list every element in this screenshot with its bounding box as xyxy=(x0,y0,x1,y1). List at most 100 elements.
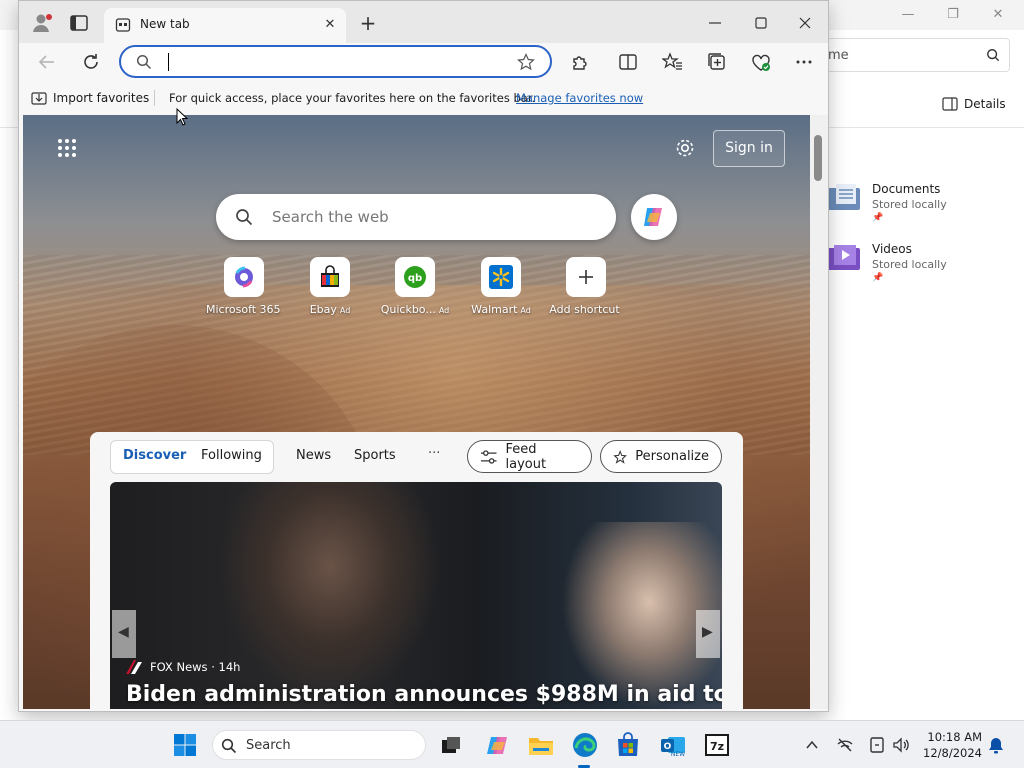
7zip-icon[interactable]: 7z xyxy=(703,731,731,759)
shortcut-tile xyxy=(310,257,350,297)
pin-icon: 📌 xyxy=(872,213,884,223)
page-scrollbar[interactable] xyxy=(810,115,828,709)
tab-news[interactable]: News xyxy=(296,448,331,463)
microsoft-365-icon xyxy=(235,266,253,288)
clock[interactable]: 10:18 AM 12/8/2024 xyxy=(920,729,982,761)
back-arrow-icon[interactable] xyxy=(36,51,58,73)
windows-start-icon[interactable] xyxy=(171,731,199,759)
profile-icon[interactable] xyxy=(32,12,54,34)
tab-actions-icon[interactable] xyxy=(69,13,89,33)
network-disconnected-icon[interactable] xyxy=(836,736,854,754)
maximize-icon[interactable] xyxy=(751,13,771,33)
item-status: Stored locally xyxy=(872,258,947,271)
shortcut-walmart[interactable]: Walmart Ad xyxy=(463,257,539,316)
notification-bell-icon[interactable] xyxy=(988,736,1004,754)
tab-discover[interactable]: Discover xyxy=(123,448,186,463)
shortcut-label: Quickbo... Ad xyxy=(380,303,450,316)
carousel-prev-button[interactable]: ◀ xyxy=(112,610,136,658)
shortcut-label: Microsoft 365 xyxy=(206,303,281,316)
shortcut-tile xyxy=(481,257,521,297)
personalize-button[interactable]: Personalize xyxy=(600,440,722,473)
import-favorites-label: Import favorites xyxy=(53,91,150,105)
volume-icon[interactable] xyxy=(892,736,910,754)
details-label: Details xyxy=(964,97,1006,111)
hero-news-card[interactable]: ◀ ▶ FOX News · 14h Biden administration … xyxy=(110,482,722,709)
close-icon[interactable] xyxy=(795,13,815,33)
address-bar[interactable] xyxy=(119,45,552,78)
copilot-button[interactable] xyxy=(631,194,677,240)
refresh-icon[interactable] xyxy=(80,51,102,73)
shortcut-add[interactable]: Add shortcut xyxy=(548,257,624,316)
outlook-icon[interactable]: ONEW xyxy=(659,731,687,759)
explorer-minimize-button[interactable]: — xyxy=(898,5,918,25)
explorer-maximize-button[interactable]: ❐ xyxy=(943,5,963,25)
minimize-icon[interactable] xyxy=(705,13,725,33)
text-caret xyxy=(168,53,169,71)
clock-date: 12/8/2024 xyxy=(923,746,982,760)
app-launcher-icon[interactable] xyxy=(56,137,78,159)
manage-favorites-link[interactable]: Manage favorites now xyxy=(516,91,643,105)
tab-new-tab[interactable]: New tab ✕ xyxy=(104,8,346,43)
news-headline[interactable]: Biden administration announces $988M in … xyxy=(126,682,722,707)
browser-essentials-icon[interactable] xyxy=(750,51,772,73)
new-tab-page: Sign in Search the web Microsoft 365 Eba… xyxy=(23,115,810,709)
favorites-divider xyxy=(154,90,155,106)
details-button[interactable]: Details xyxy=(942,97,1006,111)
sliders-icon xyxy=(480,449,497,464)
quickbooks-icon: qb xyxy=(404,266,426,288)
address-input[interactable] xyxy=(167,52,497,72)
more-tabs-button[interactable]: ··· xyxy=(428,446,440,461)
shortcut-tile xyxy=(566,257,606,297)
news-source-label: FOX News · 14h xyxy=(150,660,241,674)
documents-folder-icon xyxy=(828,184,860,210)
feed-layout-button[interactable]: Feed layout xyxy=(467,440,592,473)
search-icon[interactable] xyxy=(986,48,1000,62)
import-favorites-button[interactable]: Import favorites xyxy=(31,90,149,106)
shortcut-label: Add shortcut xyxy=(549,303,620,316)
explorer-item-videos[interactable]: Videos Stored locally 📌 xyxy=(828,242,947,283)
split-screen-icon[interactable] xyxy=(617,51,639,73)
sign-in-button[interactable]: Sign in xyxy=(713,130,785,167)
microsoft-store-icon[interactable] xyxy=(614,731,642,759)
copilot-icon xyxy=(644,208,662,226)
explorer-search-box[interactable] xyxy=(826,38,1010,72)
file-explorer-icon[interactable] xyxy=(527,731,555,759)
web-search-box[interactable]: Search the web xyxy=(216,194,616,240)
new-tab-plus-icon[interactable]: + xyxy=(357,13,379,35)
tab-following[interactable]: Following xyxy=(201,448,262,463)
tab-sports[interactable]: Sports xyxy=(354,448,396,463)
explorer-item-documents[interactable]: Documents Stored locally 📌 xyxy=(828,182,947,223)
taskbar-search-box[interactable]: Search xyxy=(212,730,426,760)
tab-title: New tab xyxy=(140,17,190,31)
copilot-taskbar-icon[interactable] xyxy=(484,731,512,759)
carousel-next-button[interactable]: ▶ xyxy=(696,610,720,658)
svg-text:qb: qb xyxy=(408,273,422,284)
hero-image-person-left xyxy=(200,482,460,709)
search-icon xyxy=(236,209,253,226)
shortcut-microsoft-365[interactable]: Microsoft 365 xyxy=(206,257,282,316)
shortcut-quickbooks[interactable]: qb Quickbo... Ad xyxy=(377,257,453,316)
shortcut-label: Ebay Ad xyxy=(309,303,351,316)
ebay-bag-icon xyxy=(321,265,339,287)
search-placeholder: Search the web xyxy=(272,208,389,226)
pin-icon: 📌 xyxy=(872,273,884,283)
battery-icon[interactable] xyxy=(868,736,886,754)
favorites-bar: Import favorites For quick access, place… xyxy=(19,81,828,115)
shortcut-ebay[interactable]: Ebay Ad xyxy=(292,257,368,316)
collections-icon[interactable] xyxy=(706,51,728,73)
more-options-icon[interactable] xyxy=(793,51,815,73)
task-view-icon[interactable] xyxy=(437,731,465,759)
favorites-icon[interactable] xyxy=(662,51,684,73)
chevron-up-icon[interactable] xyxy=(803,736,821,754)
scrollbar-thumb[interactable] xyxy=(814,135,822,181)
extensions-icon[interactable] xyxy=(569,51,591,73)
edge-browser-icon[interactable] xyxy=(571,731,599,759)
sparkle-star-icon xyxy=(613,449,627,464)
shortcut-tile xyxy=(224,257,264,297)
fox-news-logo-icon xyxy=(126,660,142,674)
favorite-star-icon[interactable] xyxy=(517,53,535,71)
tab-close-icon[interactable]: ✕ xyxy=(322,17,338,33)
explorer-close-button[interactable]: ✕ xyxy=(988,5,1008,25)
edge-browser-window: New tab ✕ + Import favorites For quick a… xyxy=(18,0,829,712)
gear-icon[interactable] xyxy=(674,137,696,159)
